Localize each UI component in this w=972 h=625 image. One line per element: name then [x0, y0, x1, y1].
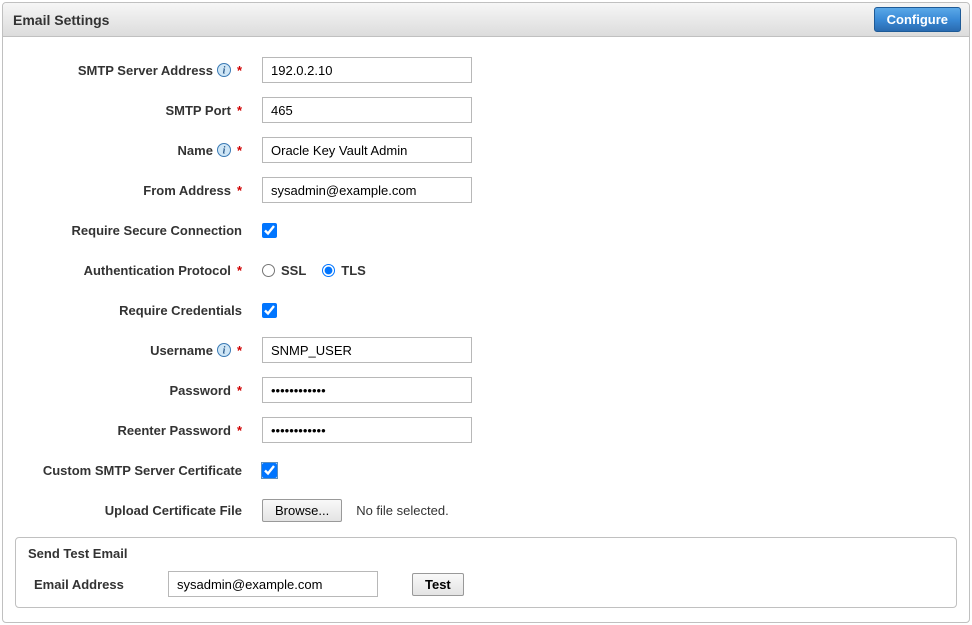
- row-require-credentials: Require Credentials: [13, 297, 959, 323]
- row-reenter-password: Reenter Password *: [13, 417, 959, 443]
- auth-protocol-radio-group: SSL TLS: [262, 263, 366, 278]
- info-icon[interactable]: i: [217, 143, 231, 157]
- send-test-email-row: Email Address Test: [28, 571, 944, 597]
- configure-button[interactable]: Configure: [874, 7, 961, 32]
- required-marker: *: [237, 343, 242, 358]
- info-icon[interactable]: i: [217, 343, 231, 357]
- label-smtp-port: SMTP Port *: [13, 103, 248, 118]
- smtp-port-input[interactable]: [262, 97, 472, 123]
- row-smtp-port: SMTP Port *: [13, 97, 959, 123]
- required-marker: *: [237, 183, 242, 198]
- label-custom-cert: Custom SMTP Server Certificate: [13, 463, 248, 478]
- reenter-password-input[interactable]: [262, 417, 472, 443]
- browse-button[interactable]: Browse...: [262, 499, 342, 522]
- send-test-email-title: Send Test Email: [28, 542, 944, 571]
- no-file-text: No file selected.: [356, 503, 449, 518]
- label-auth-protocol: Authentication Protocol *: [13, 263, 248, 278]
- label-smtp-server-address: SMTP Server Address i *: [13, 63, 248, 78]
- label-reenter-password: Reenter Password *: [13, 423, 248, 438]
- radio-ssl-input[interactable]: [262, 264, 275, 277]
- row-custom-cert: Custom SMTP Server Certificate: [13, 457, 959, 483]
- email-settings-panel: Email Settings Configure SMTP Server Add…: [2, 2, 970, 623]
- radio-ssl[interactable]: SSL: [262, 263, 306, 278]
- required-marker: *: [237, 263, 242, 278]
- test-button[interactable]: Test: [412, 573, 464, 596]
- label-require-credentials: Require Credentials: [13, 303, 248, 318]
- row-name: Name i *: [13, 137, 959, 163]
- svg-text:i: i: [223, 146, 226, 157]
- required-marker: *: [237, 103, 242, 118]
- info-icon[interactable]: i: [217, 63, 231, 77]
- required-marker: *: [237, 143, 242, 158]
- row-upload-cert: Upload Certificate File Browse... No fil…: [13, 497, 959, 523]
- required-marker: *: [237, 423, 242, 438]
- send-test-email-box: Send Test Email Email Address Test: [15, 537, 957, 608]
- row-auth-protocol: Authentication Protocol * SSL TLS: [13, 257, 959, 283]
- required-marker: *: [237, 63, 242, 78]
- require-credentials-checkbox[interactable]: [262, 303, 277, 318]
- require-secure-checkbox[interactable]: [262, 223, 277, 238]
- panel-title: Email Settings: [13, 12, 109, 28]
- from-address-input[interactable]: [262, 177, 472, 203]
- row-from-address: From Address *: [13, 177, 959, 203]
- radio-tls-input[interactable]: [322, 264, 335, 277]
- label-upload-cert: Upload Certificate File: [13, 503, 248, 518]
- svg-text:i: i: [223, 346, 226, 357]
- password-input[interactable]: [262, 377, 472, 403]
- smtp-server-address-input[interactable]: [262, 57, 472, 83]
- required-marker: *: [237, 383, 242, 398]
- row-username: Username i *: [13, 337, 959, 363]
- row-password: Password *: [13, 377, 959, 403]
- test-email-input[interactable]: [168, 571, 378, 597]
- label-name: Name i *: [13, 143, 248, 158]
- panel-body: SMTP Server Address i * SMTP Port *: [3, 37, 969, 622]
- label-email-address: Email Address: [28, 577, 150, 592]
- custom-cert-checkbox[interactable]: [262, 463, 277, 478]
- label-require-secure: Require Secure Connection: [13, 223, 248, 238]
- name-input[interactable]: [262, 137, 472, 163]
- row-smtp-server-address: SMTP Server Address i *: [13, 57, 959, 83]
- radio-tls[interactable]: TLS: [322, 263, 366, 278]
- row-require-secure: Require Secure Connection: [13, 217, 959, 243]
- label-username: Username i *: [13, 343, 248, 358]
- username-input[interactable]: [262, 337, 472, 363]
- svg-text:i: i: [223, 66, 226, 77]
- label-password: Password *: [13, 383, 248, 398]
- label-from-address: From Address *: [13, 183, 248, 198]
- panel-header: Email Settings Configure: [3, 3, 969, 37]
